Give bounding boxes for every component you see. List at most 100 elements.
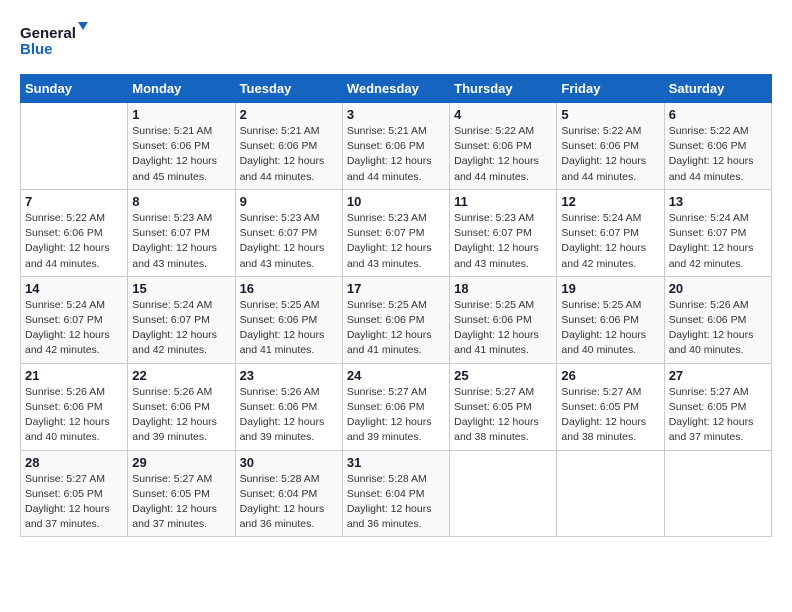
calendar-header-cell: Saturday <box>664 75 771 103</box>
calendar-day-cell: 5 Sunrise: 5:22 AMSunset: 6:06 PMDaylight… <box>557 103 664 190</box>
logo-svg: General Blue <box>20 20 90 64</box>
calendar-week-row: 14 Sunrise: 5:24 AMSunset: 6:07 PMDayligh… <box>21 276 772 363</box>
day-detail: Sunrise: 5:27 AMSunset: 6:05 PMDaylight:… <box>25 472 123 533</box>
calendar-day-cell: 9Sunrise: 5:23 AMSunset: 6:07 PMDaylight… <box>235 189 342 276</box>
day-number: 28 <box>25 455 123 470</box>
calendar-week-row: 21 Sunrise: 5:26 AMSunset: 6:06 PMDayligh… <box>21 363 772 450</box>
day-detail: Sunrise: 5:22 AMSunset: 6:06 PMDaylight:… <box>669 124 767 185</box>
day-number: 12 <box>561 194 659 209</box>
day-number: 20 <box>669 281 767 296</box>
calendar-week-row: 1 Sunrise: 5:21 AMSunset: 6:06 PMDaylight… <box>21 103 772 190</box>
day-detail: Sunrise: 5:27 AMSunset: 6:05 PMDaylight:… <box>669 385 767 446</box>
day-detail: Sunrise: 5:25 AMSunset: 6:06 PMDaylight:… <box>240 298 338 359</box>
calendar-day-cell: 27 Sunrise: 5:27 AMSunset: 6:05 PMDayligh… <box>664 363 771 450</box>
logo: General Blue <box>20 20 90 64</box>
calendar-day-cell: 11Sunrise: 5:23 AMSunset: 6:07 PMDayligh… <box>450 189 557 276</box>
day-number: 19 <box>561 281 659 296</box>
day-number: 25 <box>454 368 552 383</box>
day-number: 13 <box>669 194 767 209</box>
calendar-day-cell: 26 Sunrise: 5:27 AMSunset: 6:05 PMDayligh… <box>557 363 664 450</box>
day-detail: Sunrise: 5:26 AMSunset: 6:06 PMDaylight:… <box>240 385 338 446</box>
day-number: 22 <box>132 368 230 383</box>
calendar-day-cell: 7 Sunrise: 5:22 AMSunset: 6:06 PMDaylight… <box>21 189 128 276</box>
day-detail: Sunrise: 5:23 AMSunset: 6:07 PMDaylight:… <box>454 211 552 272</box>
day-detail: Sunrise: 5:21 AMSunset: 6:06 PMDaylight:… <box>240 124 338 185</box>
day-number: 27 <box>669 368 767 383</box>
svg-text:General: General <box>20 25 76 42</box>
calendar-day-cell: 8 Sunrise: 5:23 AMSunset: 6:07 PMDaylight… <box>128 189 235 276</box>
svg-text:Blue: Blue <box>20 41 53 58</box>
day-detail: Sunrise: 5:23 AMSunset: 6:07 PMDaylight:… <box>347 211 445 272</box>
day-detail: Sunrise: 5:27 AMSunset: 6:05 PMDaylight:… <box>561 385 659 446</box>
day-number: 7 <box>25 194 123 209</box>
calendar-day-cell <box>450 450 557 537</box>
calendar-day-cell: 24Sunrise: 5:27 AMSunset: 6:06 PMDayligh… <box>342 363 449 450</box>
day-number: 31 <box>347 455 445 470</box>
day-detail: Sunrise: 5:26 AMSunset: 6:06 PMDaylight:… <box>669 298 767 359</box>
day-detail: Sunrise: 5:23 AMSunset: 6:07 PMDaylight:… <box>132 211 230 272</box>
page-header: General Blue <box>20 20 772 64</box>
day-detail: Sunrise: 5:28 AMSunset: 6:04 PMDaylight:… <box>347 472 445 533</box>
day-detail: Sunrise: 5:28 AMSunset: 6:04 PMDaylight:… <box>240 472 338 533</box>
calendar-table: SundayMondayTuesdayWednesdayThursdayFrid… <box>20 74 772 537</box>
day-detail: Sunrise: 5:25 AMSunset: 6:06 PMDaylight:… <box>561 298 659 359</box>
calendar-header-cell: Friday <box>557 75 664 103</box>
calendar-header-cell: Tuesday <box>235 75 342 103</box>
day-detail: Sunrise: 5:26 AMSunset: 6:06 PMDaylight:… <box>25 385 123 446</box>
calendar-header-row: SundayMondayTuesdayWednesdayThursdayFrid… <box>21 75 772 103</box>
calendar-day-cell: 21 Sunrise: 5:26 AMSunset: 6:06 PMDayligh… <box>21 363 128 450</box>
day-number: 21 <box>25 368 123 383</box>
day-detail: Sunrise: 5:22 AMSunset: 6:06 PMDaylight:… <box>561 124 659 185</box>
day-number: 17 <box>347 281 445 296</box>
calendar-header-cell: Wednesday <box>342 75 449 103</box>
calendar-header-cell: Sunday <box>21 75 128 103</box>
calendar-day-cell: 29 Sunrise: 5:27 AMSunset: 6:05 PMDayligh… <box>128 450 235 537</box>
calendar-day-cell: 23Sunrise: 5:26 AMSunset: 6:06 PMDayligh… <box>235 363 342 450</box>
calendar-day-cell: 16 Sunrise: 5:25 AMSunset: 6:06 PMDayligh… <box>235 276 342 363</box>
day-detail: Sunrise: 5:25 AMSunset: 6:06 PMDaylight:… <box>454 298 552 359</box>
calendar-day-cell: 6Sunrise: 5:22 AMSunset: 6:06 PMDaylight… <box>664 103 771 190</box>
calendar-day-cell: 13 Sunrise: 5:24 AMSunset: 6:07 PMDayligh… <box>664 189 771 276</box>
day-detail: Sunrise: 5:24 AMSunset: 6:07 PMDaylight:… <box>561 211 659 272</box>
calendar-header-cell: Monday <box>128 75 235 103</box>
day-number: 4 <box>454 107 552 122</box>
day-number: 26 <box>561 368 659 383</box>
day-detail: Sunrise: 5:24 AMSunset: 6:07 PMDaylight:… <box>132 298 230 359</box>
calendar-day-cell: 14Sunrise: 5:24 AMSunset: 6:07 PMDayligh… <box>21 276 128 363</box>
day-number: 16 <box>240 281 338 296</box>
calendar-day-cell: 31 Sunrise: 5:28 AMSunset: 6:04 PMDayligh… <box>342 450 449 537</box>
day-number: 9 <box>240 194 338 209</box>
day-number: 5 <box>561 107 659 122</box>
calendar-day-cell: 4 Sunrise: 5:22 AMSunset: 6:06 PMDaylight… <box>450 103 557 190</box>
day-detail: Sunrise: 5:21 AMSunset: 6:06 PMDaylight:… <box>347 124 445 185</box>
day-number: 24 <box>347 368 445 383</box>
calendar-day-cell: 1Sunrise: 5:21 AMSunset: 6:06 PMDaylight… <box>128 103 235 190</box>
day-detail: Sunrise: 5:27 AMSunset: 6:05 PMDaylight:… <box>132 472 230 533</box>
calendar-day-cell: 19 Sunrise: 5:25 AMSunset: 6:06 PMDayligh… <box>557 276 664 363</box>
calendar-day-cell <box>21 103 128 190</box>
day-detail: Sunrise: 5:22 AMSunset: 6:06 PMDaylight:… <box>25 211 123 272</box>
day-detail: Sunrise: 5:27 AMSunset: 6:05 PMDaylight:… <box>454 385 552 446</box>
day-number: 1 <box>132 107 230 122</box>
day-number: 18 <box>454 281 552 296</box>
day-number: 29 <box>132 455 230 470</box>
day-number: 10 <box>347 194 445 209</box>
calendar-day-cell: 25 Sunrise: 5:27 AMSunset: 6:05 PMDayligh… <box>450 363 557 450</box>
day-detail: Sunrise: 5:22 AMSunset: 6:06 PMDaylight:… <box>454 124 552 185</box>
day-number: 14 <box>25 281 123 296</box>
calendar-day-cell: 2 Sunrise: 5:21 AMSunset: 6:06 PMDaylight… <box>235 103 342 190</box>
day-detail: Sunrise: 5:26 AMSunset: 6:06 PMDaylight:… <box>132 385 230 446</box>
calendar-day-cell: 22 Sunrise: 5:26 AMSunset: 6:06 PMDayligh… <box>128 363 235 450</box>
calendar-day-cell: 12 Sunrise: 5:24 AMSunset: 6:07 PMDayligh… <box>557 189 664 276</box>
day-detail: Sunrise: 5:24 AMSunset: 6:07 PMDaylight:… <box>669 211 767 272</box>
calendar-day-cell <box>557 450 664 537</box>
day-number: 8 <box>132 194 230 209</box>
calendar-week-row: 7 Sunrise: 5:22 AMSunset: 6:06 PMDaylight… <box>21 189 772 276</box>
day-number: 15 <box>132 281 230 296</box>
calendar-day-cell: 15 Sunrise: 5:24 AMSunset: 6:07 PMDayligh… <box>128 276 235 363</box>
day-number: 2 <box>240 107 338 122</box>
calendar-day-cell: 20 Sunrise: 5:26 AMSunset: 6:06 PMDayligh… <box>664 276 771 363</box>
calendar-day-cell: 28 Sunrise: 5:27 AMSunset: 6:05 PMDayligh… <box>21 450 128 537</box>
calendar-header-cell: Thursday <box>450 75 557 103</box>
calendar-day-cell: 30Sunrise: 5:28 AMSunset: 6:04 PMDayligh… <box>235 450 342 537</box>
